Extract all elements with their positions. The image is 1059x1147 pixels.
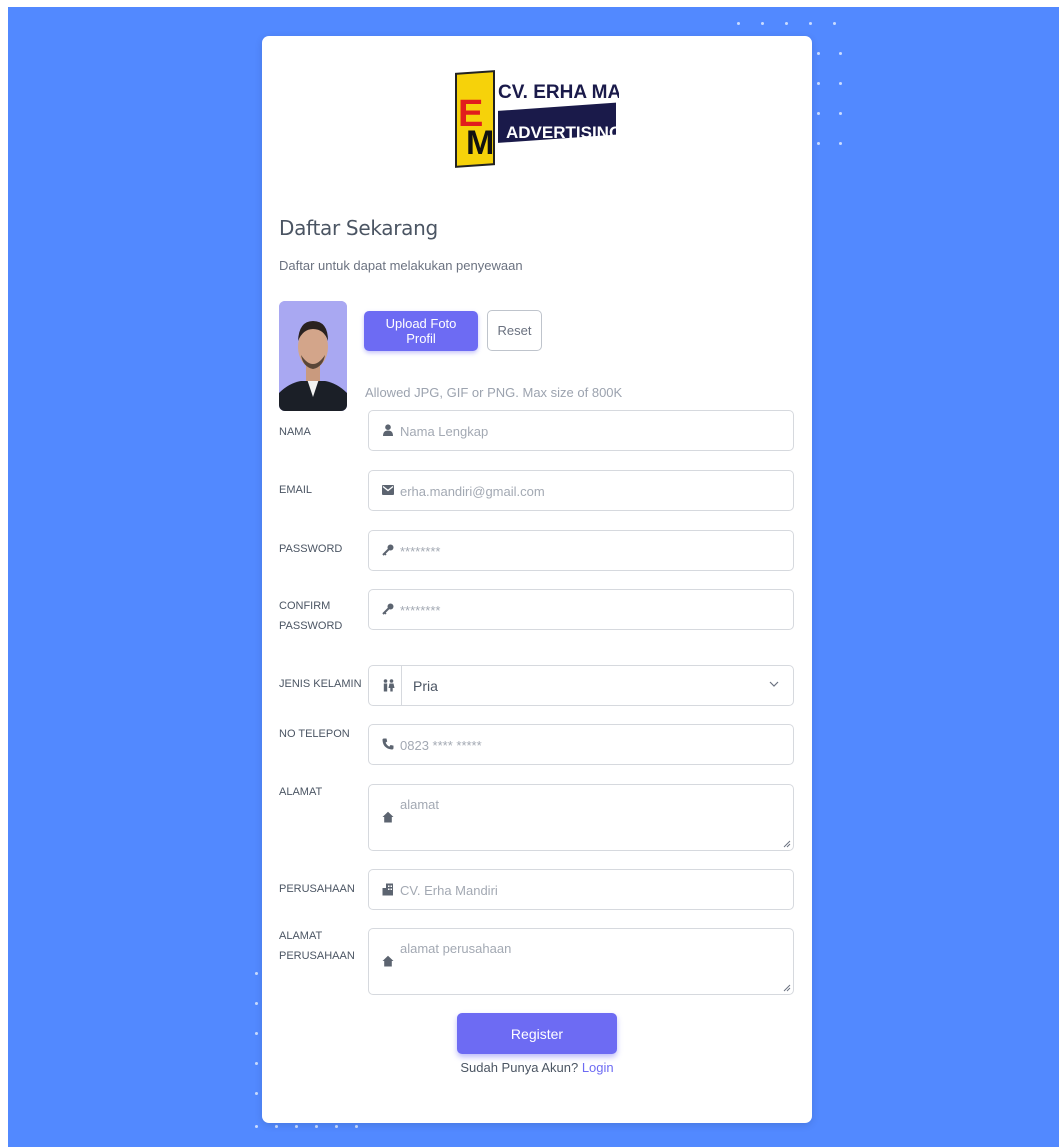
svg-text:M: M <box>466 124 494 162</box>
alamat-input[interactable] <box>398 795 782 849</box>
password-label: PASSWORD <box>279 543 343 555</box>
resize-handle[interactable] <box>783 840 791 848</box>
home-icon <box>381 811 395 825</box>
svg-text:CV. ERHA MANDIRI: CV. ERHA MANDIRI <box>498 82 619 103</box>
no-telepon-field <box>368 724 794 765</box>
page-subtitle: Daftar untuk dapat melakukan penyewaan <box>279 258 523 273</box>
select-divider <box>401 666 402 705</box>
user-icon <box>381 424 395 438</box>
nama-label: NAMA <box>279 426 311 438</box>
alamat-perusahaan-field <box>368 928 794 995</box>
chevron-down-icon <box>769 678 779 692</box>
key-icon <box>381 603 395 617</box>
alamat-label: ALAMAT <box>279 786 323 798</box>
phone-icon <box>381 738 395 752</box>
perusahaan-input[interactable] <box>398 871 782 910</box>
reset-button[interactable]: Reset <box>487 310 542 351</box>
email-label: EMAIL <box>279 484 313 496</box>
register-card: E M CV. ERHA MANDIRI ADVERTISING Daftar … <box>262 36 812 1123</box>
building-icon <box>381 883 395 897</box>
nama-input[interactable] <box>398 412 782 451</box>
confirm-password-input[interactable] <box>398 591 782 630</box>
jenis-kelamin-select[interactable]: Pria <box>368 665 794 706</box>
no-telepon-label: NO TELEPON <box>279 728 350 740</box>
password-input[interactable] <box>398 532 782 571</box>
svg-text:ADVERTISING: ADVERTISING <box>506 123 619 142</box>
perusahaan-label: PERUSAHAAN <box>279 883 355 895</box>
register-button[interactable]: Register <box>457 1013 617 1054</box>
resize-handle[interactable] <box>783 984 791 992</box>
alamat-perusahaan-label: ALAMAT PERUSAHAAN <box>279 930 355 962</box>
login-link[interactable]: Login <box>582 1060 614 1075</box>
perusahaan-field <box>368 869 794 910</box>
company-logo: E M CV. ERHA MANDIRI ADVERTISING <box>455 70 619 168</box>
password-field <box>368 530 794 571</box>
confirm-password-field <box>368 589 794 630</box>
people-icon <box>381 679 395 693</box>
alamat-perusahaan-input[interactable] <box>398 939 782 993</box>
nama-field <box>368 410 794 451</box>
email-input[interactable] <box>398 472 782 511</box>
key-icon <box>381 544 395 558</box>
avatar <box>279 301 347 411</box>
jenis-kelamin-label: JENIS KELAMIN <box>279 678 362 690</box>
page-title: Daftar Sekarang <box>279 216 438 240</box>
profile-photo <box>279 301 347 411</box>
email-field <box>368 470 794 511</box>
upload-photo-button[interactable]: Upload Foto Profil <box>364 311 478 351</box>
upload-hint: Allowed JPG, GIF or PNG. Max size of 800… <box>365 385 623 400</box>
home-icon <box>381 955 395 969</box>
login-prompt: Sudah Punya Akun? Login <box>262 1060 812 1075</box>
jenis-kelamin-value: Pria <box>413 678 438 694</box>
login-prompt-text: Sudah Punya Akun? <box>460 1060 579 1075</box>
no-telepon-input[interactable] <box>398 726 782 765</box>
alamat-field <box>368 784 794 851</box>
confirm-password-label: CONFIRM PASSWORD <box>279 600 343 632</box>
envelope-icon <box>381 484 395 498</box>
